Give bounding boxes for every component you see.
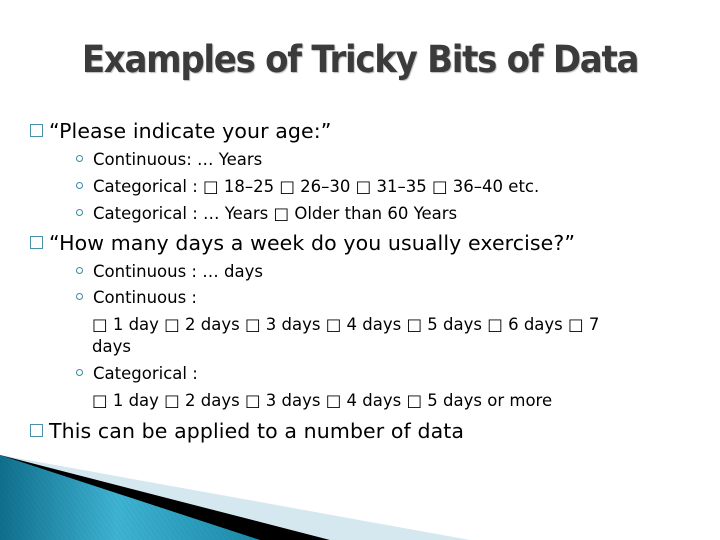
bullet-age-question: “Please indicate your age:” [30,119,331,143]
sub-bullet-exercise-continuous-options: Continuous : [76,288,197,307]
square-bullet-icon [30,236,43,249]
sub-bullet-exercise-categorical: Categorical : [76,364,198,383]
square-bullet-icon [30,124,43,137]
exercise-categorical-options: □ 1 day □ 2 days □ 3 days □ 4 days □ 5 d… [92,391,553,410]
bullet-applied-note: This can be applied to a number of data [30,419,464,443]
circle-bullet-icon [76,369,83,376]
circle-bullet-icon [76,209,83,216]
bullet-exercise-question: “How many days a week do you usually exe… [30,231,575,255]
slide-title: Examples of Tricky Bits of Data [81,38,640,81]
circle-bullet-icon [76,182,83,189]
sub-bullet-age-categorical-ranges: Categorical : □ 18–25 □ 26–30 □ 31–35 □ … [76,177,539,196]
circle-bullet-icon [76,267,83,274]
black-swoosh [0,455,330,540]
light-swoosh [0,455,470,540]
teal-swoosh [0,455,260,540]
sub-bullet-age-continuous: Continuous: … Years [76,150,262,169]
exercise-continuous-options-line2: days [92,337,131,356]
square-bullet-icon [30,424,43,437]
circle-bullet-icon [76,293,83,300]
sub-bullet-age-categorical-older: Categorical : … Years □ Older than 60 Ye… [76,204,457,223]
circle-bullet-icon [76,155,83,162]
exercise-continuous-options-line1: □ 1 day □ 2 days □ 3 days □ 4 days □ 5 d… [92,315,600,334]
sub-bullet-exercise-continuous-days: Continuous : … days [76,262,263,281]
